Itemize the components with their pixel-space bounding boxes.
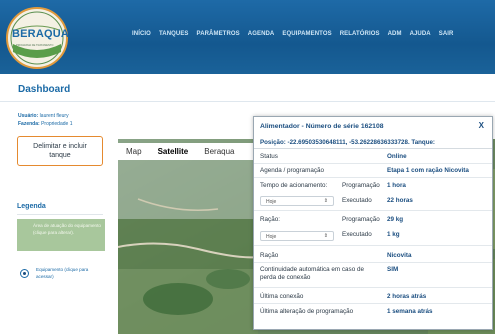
continuidade-label: Continuidade automática em caso de perda… — [260, 266, 364, 281]
row-divider — [254, 245, 492, 246]
tempo-period-select[interactable]: Hoje ⇕ — [260, 196, 334, 206]
legend-equipment-text[interactable]: Equipamento (clique para acessar) — [36, 266, 98, 280]
nav-inicio[interactable]: INÍCIO — [132, 31, 151, 37]
nav-parametros[interactable]: PARÂMETROS — [197, 31, 240, 37]
legend-area-text[interactable]: Área de atuação do equipamento (clique p… — [33, 222, 103, 236]
user-info: Usuário: laurent fleury Fazenda: Proprie… — [18, 112, 72, 128]
ultima-alteracao-label: Última alteração de programação — [260, 308, 354, 315]
racao-period-select[interactable]: Hoje ⇕ — [260, 231, 334, 241]
popup-close-button[interactable]: X — [479, 121, 484, 130]
user-label: Usuário: — [18, 113, 39, 119]
map-type-tabs: Map Satellite Beraqua — [118, 143, 258, 160]
title-divider — [0, 101, 495, 102]
row-divider — [254, 287, 492, 288]
continuidade-value: SIM — [387, 266, 399, 273]
row-divider — [254, 177, 492, 178]
map-tab-beraqua[interactable]: Beraqua — [196, 147, 242, 156]
tempo-executado-value: 22 horas — [387, 197, 413, 204]
nav-tanques[interactable]: TANQUES — [159, 31, 189, 37]
agenda-value: Etapa 1 com ração Nicovita — [387, 167, 469, 174]
racao-programacao-label: Programação — [342, 216, 380, 223]
nav-relatorios[interactable]: RELATÓRIOS — [340, 31, 380, 37]
brand-subtitle: PROGRAMA DE TRATAMENTO — [16, 44, 54, 47]
legend-divider — [17, 214, 103, 215]
agenda-label: Agenda / programação — [260, 167, 325, 174]
popup-position: Posição: -22.69503530648111, -53.2622863… — [260, 139, 435, 146]
tempo-executado-label: Executado — [342, 197, 372, 204]
nav-agenda[interactable]: AGENDA — [248, 31, 275, 37]
racao-name-value: Nicovita — [387, 252, 412, 259]
continuidade-row: Continuidade automática em caso de perda… — [254, 266, 492, 284]
main-nav: INÍCIO TANQUES PARÂMETROS AGENDA EQUIPAM… — [132, 31, 461, 37]
racao-programacao-value: 29 kg — [387, 216, 404, 223]
ultima-conexao-label: Última conexão — [260, 293, 304, 300]
legend-equipment-icon[interactable] — [20, 269, 29, 278]
row-divider — [254, 303, 492, 304]
user-value: laurent fleury — [39, 113, 69, 119]
tempo-label: Tempo de acionamento: — [260, 182, 328, 189]
brand-name: BERAQUA — [12, 28, 70, 40]
row-divider — [254, 210, 492, 211]
ultima-alteracao-value: 1 semana atrás — [387, 308, 433, 315]
map-tab-map[interactable]: Map — [118, 147, 150, 156]
feeder-info-popup: Alimentador - Número de série 162108 X P… — [253, 116, 493, 330]
page-title: Dashboard — [18, 84, 71, 95]
status-value: Online — [387, 153, 407, 160]
popup-title: Alimentador - Número de série 162108 — [260, 123, 384, 130]
row-divider — [254, 262, 492, 263]
status-label: Status — [260, 153, 278, 160]
tempo-period-value: Hoje — [266, 199, 277, 205]
nav-sair[interactable]: SAIR — [439, 31, 454, 37]
chevron-down-icon: ⇕ — [323, 198, 328, 204]
farm-value: Propriedade 1 — [41, 121, 73, 127]
tempo-programacao-label: Programação — [342, 182, 380, 189]
nav-ajuda[interactable]: AJUDA — [410, 31, 431, 37]
map-tab-satellite[interactable]: Satellite — [150, 147, 197, 156]
delimit-tank-button[interactable]: Delimitar e incluir tanque — [17, 136, 103, 166]
ultima-conexao-value: 2 horas atrás — [387, 293, 427, 300]
chevron-down-icon: ⇕ — [323, 233, 328, 239]
row-divider — [254, 163, 492, 164]
nav-equipamentos[interactable]: EQUIPAMENTOS — [282, 31, 331, 37]
top-header: BERAQUA PROGRAMA DE TRATAMENTO INÍCIO TA… — [0, 0, 495, 74]
farm-label: Fazenda: — [18, 121, 40, 127]
racao-name-label: Ração — [260, 252, 279, 259]
racao-executado-label: Executado — [342, 231, 372, 238]
nav-adm[interactable]: ADM — [388, 31, 402, 37]
racao-period-value: Hoje — [266, 234, 277, 240]
popup-header-divider — [254, 148, 492, 149]
racao-label: Ração: — [260, 216, 280, 223]
legend-title: Legenda — [17, 203, 46, 210]
tempo-programacao-value: 1 hora — [387, 182, 406, 189]
racao-executado-value: 1 kg — [387, 231, 400, 238]
